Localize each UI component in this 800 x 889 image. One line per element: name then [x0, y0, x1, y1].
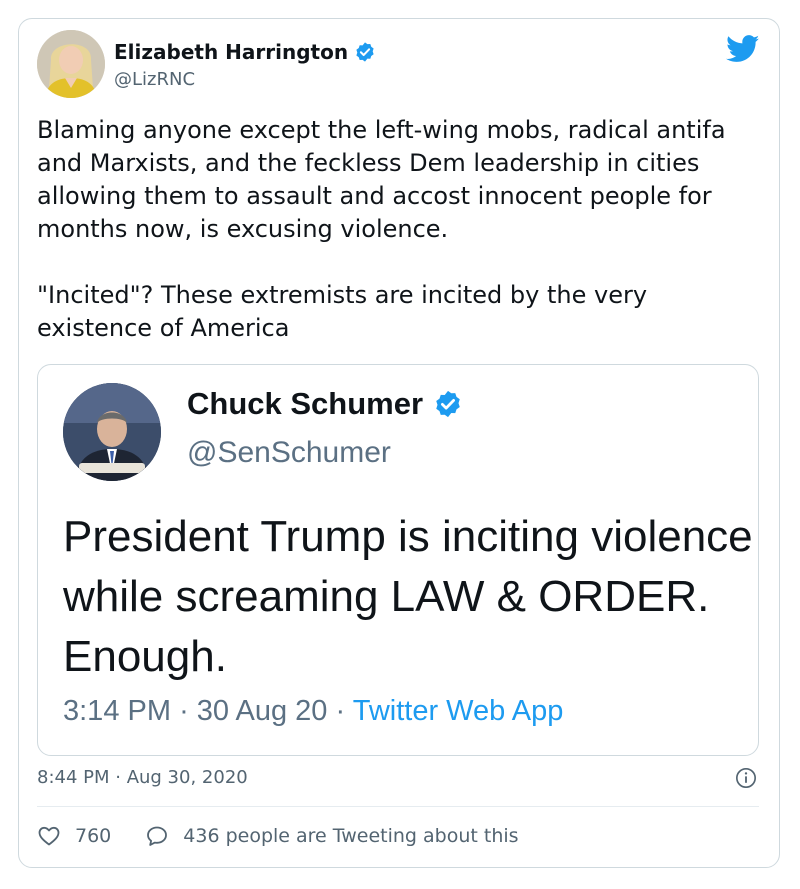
twitter-bird-icon[interactable]: [726, 35, 760, 63]
tweet-actions: 760 436 people are Tweeting about this: [37, 822, 519, 850]
reply-label: 436 people are Tweeting about this: [183, 825, 519, 847]
quoted-tweet-text: President Trump is inciting violence whi…: [63, 512, 753, 681]
tweet-text: Blaming anyone except the left-wing mobs…: [37, 116, 726, 342]
author-avatar[interactable]: [37, 30, 105, 98]
quoted-author-handle[interactable]: @SenSchumer: [187, 435, 391, 471]
like-count: 760: [75, 825, 112, 847]
quoted-date[interactable]: 30 Aug 20: [197, 695, 328, 727]
author-handle[interactable]: @LizRNC: [114, 69, 195, 91]
tweet-timestamp[interactable]: 8:44 PM · Aug 30, 2020: [37, 766, 248, 790]
author-name-text: Elizabeth Harrington: [114, 40, 349, 64]
info-icon[interactable]: [735, 767, 757, 789]
quoted-time[interactable]: 3:14 PM: [63, 695, 171, 727]
meta-separator: ·: [335, 695, 346, 727]
meta-separator: ·: [179, 695, 189, 727]
verified-badge-icon: [356, 42, 374, 62]
quoted-tweet[interactable]: Chuck Schumer @SenSchumer President Trum…: [37, 364, 759, 756]
divider: [37, 806, 759, 807]
quoted-avatar-image: [63, 383, 161, 481]
quoted-author-name[interactable]: Chuck Schumer: [187, 386, 463, 422]
quoted-verified-badge-icon: [436, 390, 460, 418]
quoted-source-link[interactable]: Twitter Web App: [353, 695, 564, 727]
heart-icon: [38, 826, 60, 846]
quoted-author-avatar[interactable]: [63, 383, 161, 481]
quoted-tweet-meta: 3:14 PM · 30 Aug 20 · Twitter Web App: [63, 693, 563, 729]
author-avatar-image: [37, 30, 105, 98]
author-name[interactable]: Elizabeth Harrington: [114, 40, 376, 64]
like-button[interactable]: 760: [37, 824, 145, 848]
quoted-author-name-text: Chuck Schumer: [187, 386, 424, 421]
reply-conversation-link[interactable]: 436 people are Tweeting about this: [145, 824, 519, 848]
speech-bubble-icon: [147, 826, 168, 846]
